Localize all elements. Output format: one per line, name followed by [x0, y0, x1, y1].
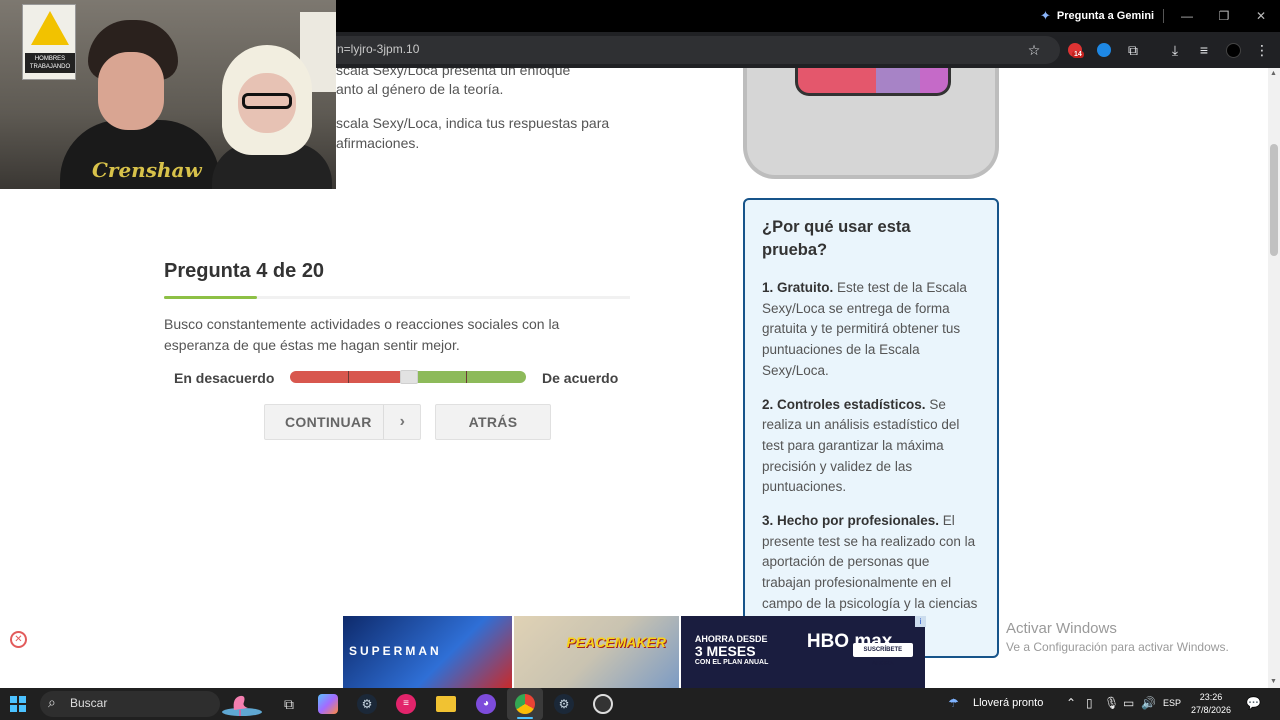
- file-explorer-icon[interactable]: [436, 696, 456, 712]
- ad-info-icon[interactable]: i: [914, 616, 926, 627]
- question-title: Pregunta 4 de 20: [164, 260, 325, 282]
- ad-hbo-panel[interactable]: AHORRA DESDE 3 MESES CON EL PLAN ANUAL H…: [680, 616, 926, 688]
- extension-blue-icon[interactable]: [1097, 43, 1111, 57]
- why-use-title: ¿Por qué usar esta prueba?: [762, 218, 911, 259]
- why-use-box: ¿Por qué usar esta prueba? 1. Gratuito. …: [743, 198, 999, 658]
- ad-peacemaker-panel[interactable]: PEACEMAKER: [514, 616, 679, 688]
- steam-icon[interactable]: ⚙: [357, 694, 377, 714]
- flamingo-widget-icon: [222, 695, 262, 716]
- gemini-icon: ✦: [1040, 8, 1051, 23]
- intro-line-3: scala Sexy/Loca, indica tus respuestas p…: [336, 115, 610, 131]
- search-icon: ⌕: [48, 694, 56, 710]
- taskbar-search[interactable]: [40, 691, 220, 717]
- taskbar-clock[interactable]: 23:26 27/8/2026: [1190, 691, 1232, 717]
- slider-disagree-segment[interactable]: [290, 371, 400, 383]
- close-ad-icon[interactable]: ✕: [10, 631, 27, 648]
- restore-button[interactable]: ❐: [1209, 6, 1239, 26]
- question-text: Busco constantemente actividades o reacc…: [164, 316, 560, 353]
- device-illustration: [743, 68, 999, 179]
- streamer-person: Crenshaw: [60, 20, 220, 189]
- continue-label: CONTINUAR: [285, 414, 372, 430]
- back-button[interactable]: ATRÁS: [435, 404, 551, 440]
- extensions-icon[interactable]: ⧉: [1121, 38, 1145, 62]
- activate-windows-watermark: Activar Windows Ve a Configuración para …: [1006, 620, 1229, 654]
- task-view-icon[interactable]: ⧉: [279, 694, 299, 714]
- notifications-icon[interactable]: 💬: [1246, 696, 1261, 710]
- phone-link-icon[interactable]: ▯: [1086, 696, 1093, 710]
- language-indicator[interactable]: ESP: [1163, 698, 1181, 708]
- discord-icon[interactable]: ◕: [476, 694, 496, 714]
- titlebar-separator: [1163, 9, 1164, 23]
- bookmark-star-icon[interactable]: ☆: [1022, 38, 1046, 62]
- scroll-up-icon[interactable]: ▲: [1270, 70, 1277, 77]
- gemini-button[interactable]: ✦ Pregunta a Gemini: [1040, 6, 1154, 26]
- subscribe-button[interactable]: SUSCRÍBETE AHORA: [852, 643, 913, 667]
- extension-badge: 14: [1072, 51, 1084, 58]
- profile-avatar[interactable]: [1226, 43, 1241, 58]
- slider-agree-segment[interactable]: [416, 371, 526, 383]
- microphone-icon[interactable]: 🎙: [1104, 696, 1119, 710]
- scrollbar-thumb[interactable]: [1270, 144, 1278, 256]
- slider-tick: [348, 371, 349, 383]
- weather-text[interactable]: Lloverá pronto: [973, 697, 1043, 709]
- intro-line-2: anto al género de la teoría.: [336, 81, 504, 97]
- slider-thumb[interactable]: [400, 370, 418, 384]
- weather-icon[interactable]: ☂: [948, 696, 959, 710]
- active-app-indicator: [517, 717, 533, 719]
- gemini-label: Pregunta a Gemini: [1056, 10, 1155, 22]
- minimize-button[interactable]: —: [1172, 6, 1202, 26]
- intro-line-4: afirmaciones.: [336, 135, 420, 151]
- continue-button[interactable]: CONTINUAR ›: [264, 404, 421, 440]
- browser-menu-icon[interactable]: ⋮: [1250, 38, 1274, 62]
- windows-start-icon[interactable]: [10, 696, 26, 712]
- app-pink-icon[interactable]: ≡: [396, 694, 416, 714]
- slider-tick: [466, 371, 467, 383]
- clock-date: 27/8/2026: [1190, 705, 1232, 715]
- device-screen: [795, 68, 951, 96]
- volume-icon[interactable]: 🔊: [1141, 696, 1156, 710]
- ad-banner[interactable]: SUPERMAN PEACEMAKER AHORRA DESDE 3 MESES…: [343, 616, 926, 688]
- windows-taskbar: ⌕ Buscar ⧉ ⚙ ≡ ◕ ⚙ ☂ Lloverá pronto ⌃ ▯ …: [0, 688, 1280, 720]
- disagree-label: En desacuerdo: [174, 370, 275, 386]
- network-icon[interactable]: ▭: [1123, 696, 1134, 710]
- media-control-icon[interactable]: ≡: [1192, 38, 1216, 62]
- why-item-2: 2. Controles estadísticos. Se realiza un…: [762, 396, 960, 495]
- steam-2-icon[interactable]: ⚙: [554, 694, 574, 714]
- scroll-down-icon[interactable]: ▼: [1270, 678, 1277, 685]
- why-item-3: 3. Hecho por profesionales. El presente …: [762, 513, 978, 611]
- taskbar-search-text[interactable]: Buscar: [70, 696, 107, 710]
- clock-time: 23:26: [1199, 692, 1223, 702]
- chevron-right-icon: ›: [383, 405, 421, 439]
- chrome-icon[interactable]: [515, 694, 535, 714]
- close-window-button[interactable]: ✕: [1246, 6, 1276, 26]
- agree-label: De acuerdo: [542, 370, 619, 386]
- question-progress-fill: [164, 296, 257, 299]
- chevron-up-icon[interactable]: ⌃: [1066, 696, 1076, 710]
- download-icon[interactable]: ⤓: [1163, 38, 1187, 62]
- webcam-overlay: HOMBRES TRABAJANDO Crenshaw: [0, 0, 336, 189]
- why-item-1: 1. Gratuito. Este test de la Escala Sexy…: [762, 280, 967, 378]
- ad-superman-panel[interactable]: SUPERMAN: [343, 616, 513, 688]
- second-person: [212, 45, 332, 189]
- copilot-icon[interactable]: [318, 694, 338, 714]
- shirt-logo: Crenshaw: [92, 158, 202, 182]
- url-text[interactable]: n=lyjro-3jpm.10: [337, 42, 419, 56]
- obs-icon[interactable]: [593, 694, 613, 714]
